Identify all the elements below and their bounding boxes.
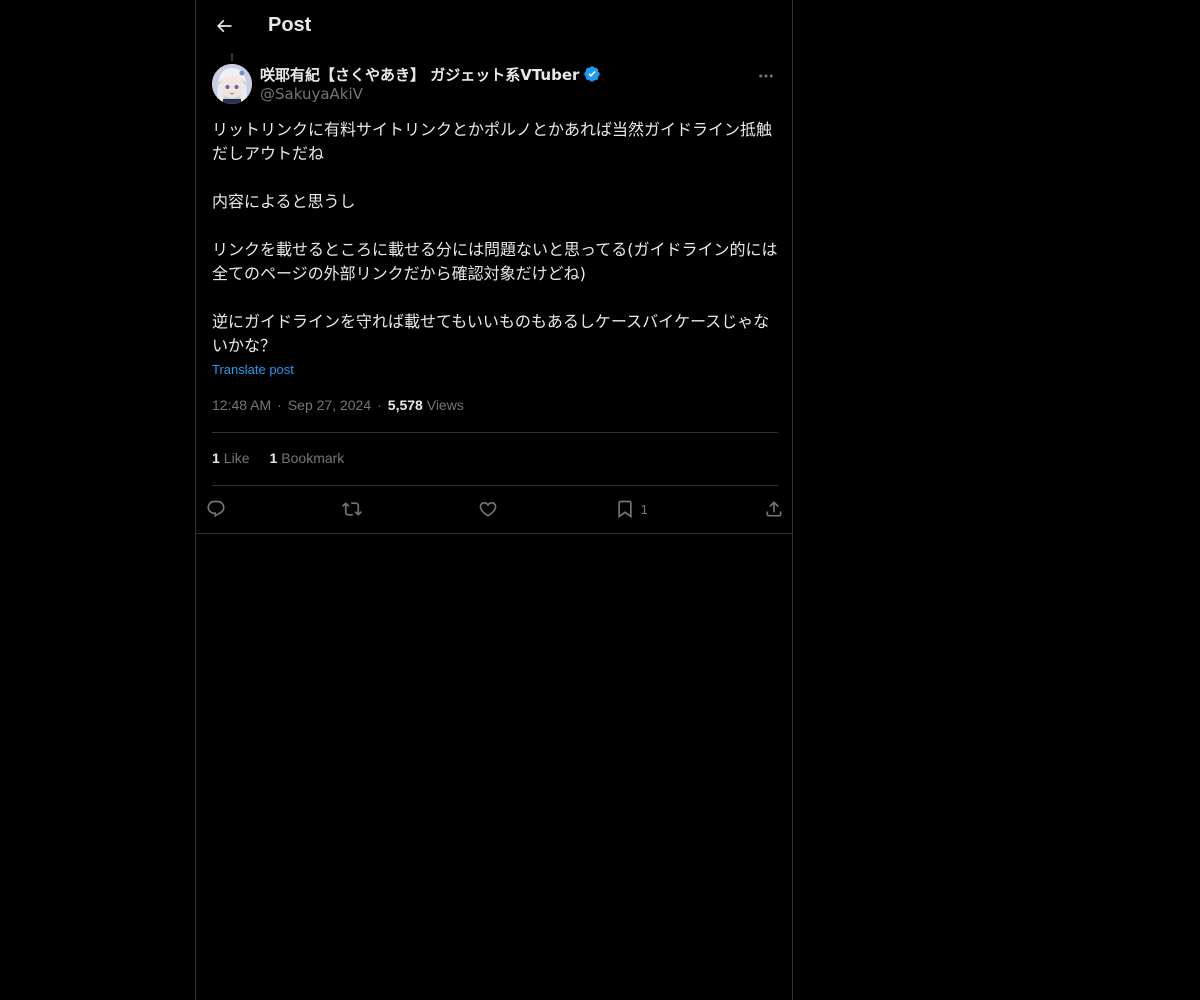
post-meta: 12:48 AM · Sep 27, 2024 · 5,578 Views (212, 397, 464, 413)
repost-button[interactable] (342, 496, 363, 522)
reply-icon (206, 499, 226, 519)
meta-separator: · (277, 397, 282, 413)
bookmark-button[interactable]: 1 (615, 496, 648, 522)
likes-stat[interactable]: 1 Like (212, 450, 249, 466)
thread-line (231, 53, 233, 61)
bookmarks-count: 1 (269, 450, 278, 466)
author-name[interactable]: 咲耶有紀【さくやあき】 ガジェット系VTuber (260, 64, 579, 85)
likes-label: Like (223, 450, 250, 466)
repost-icon (342, 499, 363, 519)
share-icon (764, 499, 784, 519)
bookmark-count: 1 (640, 501, 648, 517)
author-info: 咲耶有紀【さくやあき】 ガジェット系VTuber @SakuyaAkiV (260, 64, 601, 103)
post-paragraph: 内容によると思うし (212, 192, 356, 211)
views-label: Views (426, 397, 464, 413)
more-options-button[interactable] (754, 66, 778, 86)
divider (212, 432, 778, 433)
views-count: 5,578 (387, 397, 423, 413)
post-time[interactable]: 12:48 AM (212, 397, 271, 413)
back-button[interactable] (208, 10, 240, 42)
section-divider (196, 533, 792, 534)
like-button[interactable] (478, 496, 498, 522)
bookmark-icon (615, 499, 635, 519)
author-handle[interactable]: @SakuyaAkiV (260, 85, 601, 103)
post-text: リットリンクに有料サイトリンクとかポルノとかあれば当然ガイドライン抵触だしアウト… (212, 118, 782, 358)
post-header: Post (196, 0, 792, 53)
bookmarks-label: Bookmark (281, 450, 345, 466)
more-dots-icon (757, 67, 775, 85)
engagement-stats: 1 Like 1 Bookmark (212, 450, 344, 466)
page-title: Post (268, 14, 312, 36)
meta-separator: · (377, 397, 382, 413)
post-paragraph: リットリンクに有料サイトリンクとかポルノとかあれば当然ガイドライン抵触だしアウト… (212, 120, 773, 163)
post-date[interactable]: Sep 27, 2024 (288, 397, 371, 413)
verified-badge-icon[interactable] (583, 65, 601, 83)
translate-post-link[interactable]: Translate post (212, 362, 294, 377)
divider (212, 485, 778, 486)
likes-count: 1 (212, 450, 220, 466)
avatar[interactable] (212, 64, 252, 104)
post-paragraph: 逆にガイドラインを守れば載せてもいいものもあるしケースバイケースじゃないかな？ (212, 312, 770, 355)
post-paragraph: リンクを載せるところに載せる分には問題ないと思ってる(ガイドライン的には全てのペ… (212, 240, 778, 283)
bookmarks-stat[interactable]: 1 Bookmark (269, 450, 344, 466)
reply-button[interactable] (206, 496, 226, 522)
like-icon (478, 499, 498, 519)
timeline-column: Post 咲耶有紀【さくやあき】 ガジェット系VTuber @SakuyaAki… (195, 0, 793, 1000)
share-button[interactable] (764, 496, 784, 522)
back-arrow-icon (214, 16, 234, 36)
action-bar: 1 (206, 496, 784, 522)
